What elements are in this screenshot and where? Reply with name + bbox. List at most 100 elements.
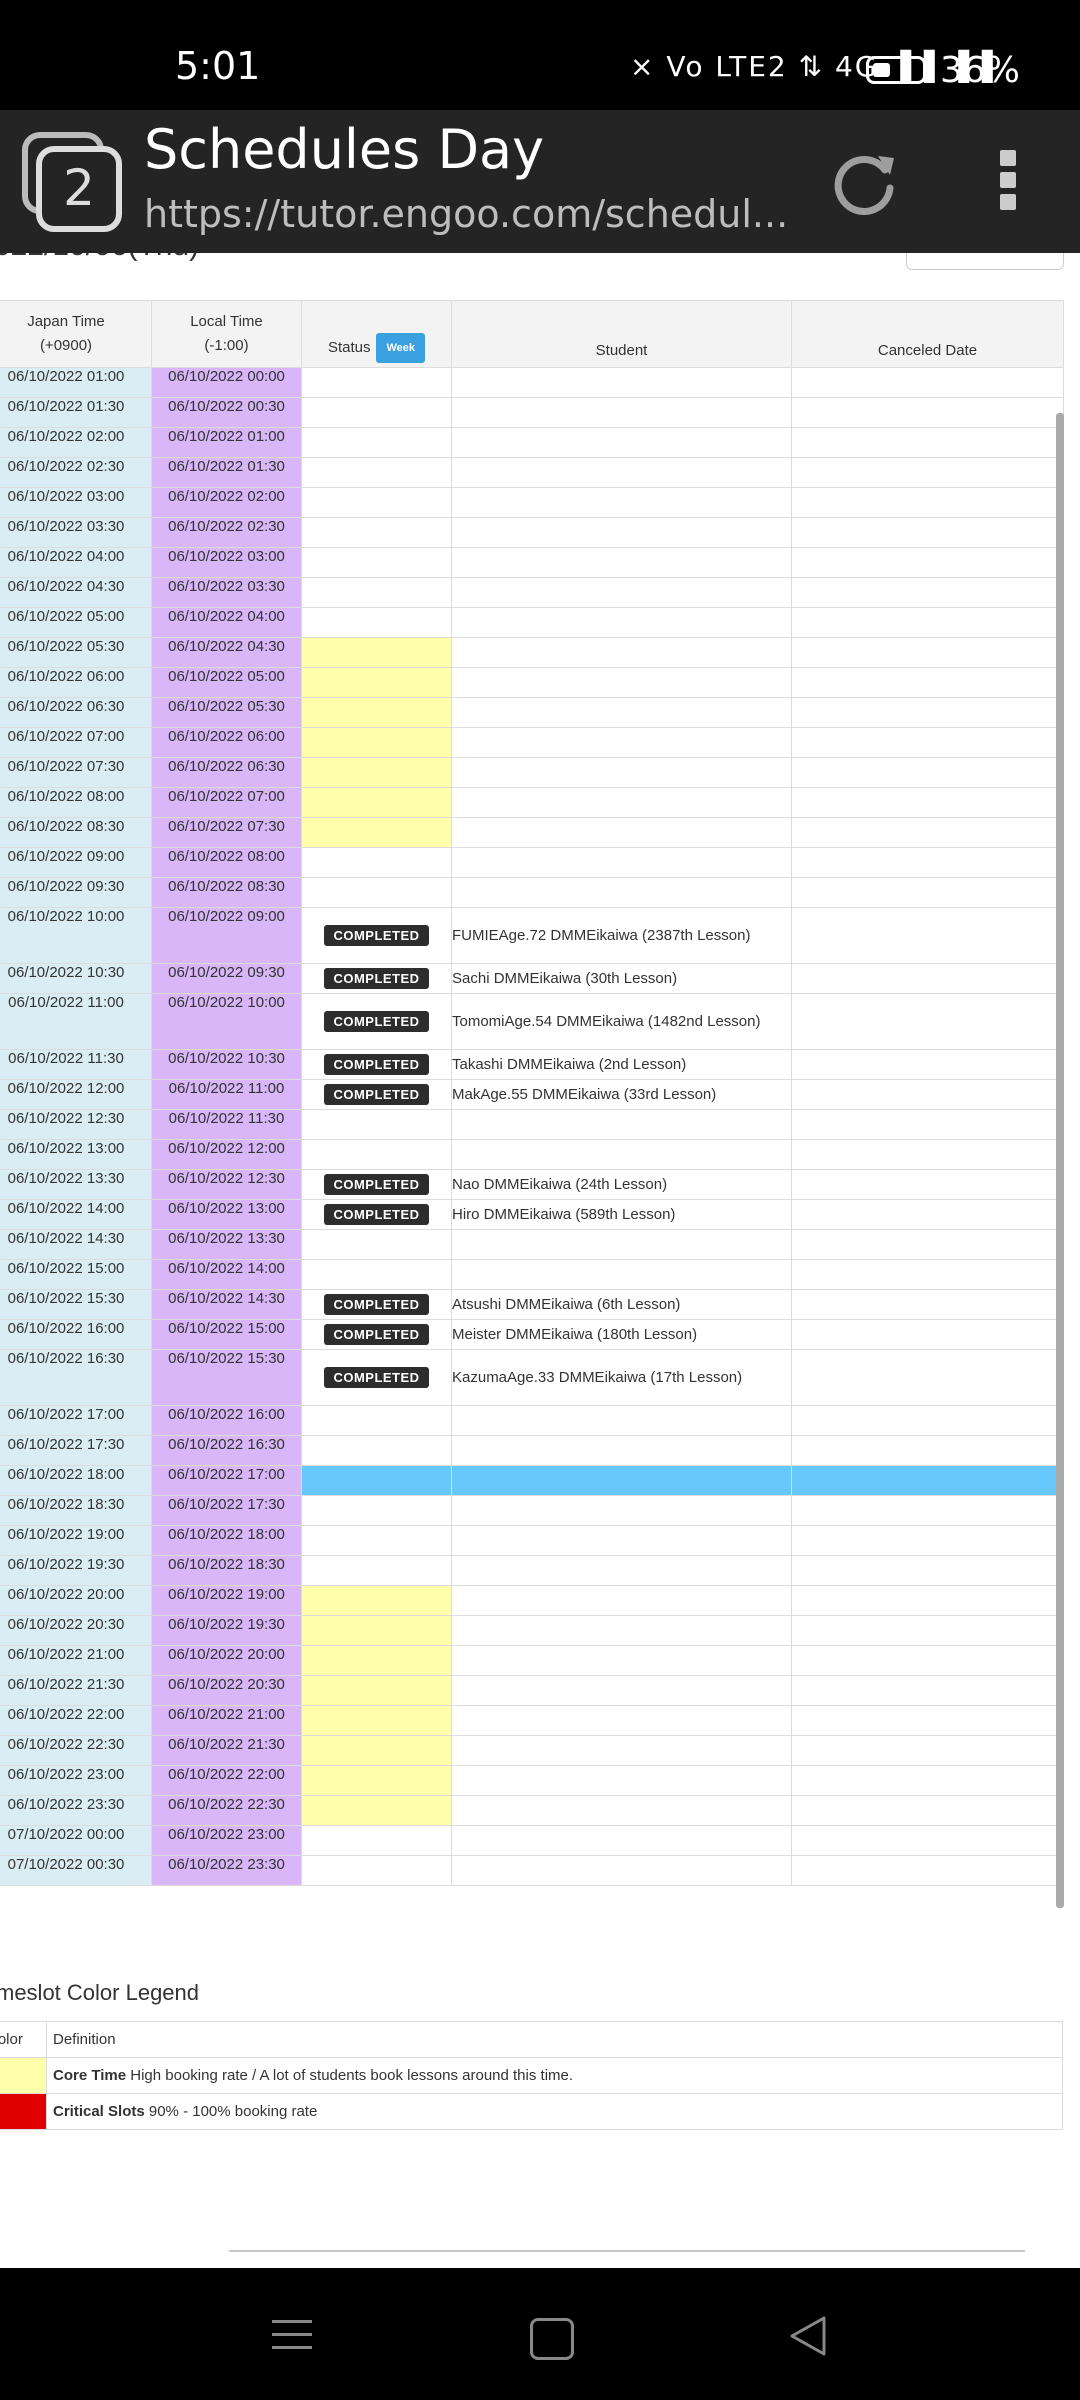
canceled-date-cell [791, 1435, 1064, 1466]
student-cell [451, 1139, 792, 1170]
student-cell[interactable]: TomomiAge.54 DMMEikaiwa (1482nd Lesson) [451, 993, 792, 1050]
table-row: 06/10/2022 14:00 06/10/2022 13:00 COMPLETE… [0, 1199, 1064, 1230]
local-time-cell: 06/10/2022 16:30 [151, 1435, 302, 1466]
local-time-cell: 06/10/2022 20:30 [151, 1675, 302, 1706]
scrollbar[interactable] [1056, 413, 1064, 1908]
battery-level [873, 63, 890, 77]
table-row: 06/10/2022 11:30 06/10/2022 10:30 COMPLETE… [0, 1049, 1064, 1080]
status-cell [301, 1675, 452, 1706]
home-icon[interactable] [530, 2318, 574, 2360]
student-cell [451, 1615, 792, 1646]
status-cell [301, 1765, 452, 1796]
student-cell[interactable]: MakAge.55 DMMEikaiwa (33rd Lesson) [451, 1079, 792, 1110]
student-cell[interactable]: Nao DMMEikaiwa (24th Lesson) [451, 1169, 792, 1200]
table-row: 06/10/2022 15:00 06/10/2022 14:00 [0, 1259, 1064, 1290]
table-row: 06/10/2022 13:30 06/10/2022 12:30 COMPLETE… [0, 1169, 1064, 1200]
japan-time-cell: 06/10/2022 05:30 [0, 637, 152, 668]
schedule-table: Japan Time (+0900) Local Time (-1:00) Stat… [0, 300, 1064, 1886]
back-icon[interactable] [786, 2314, 830, 2358]
local-time-cell: 06/10/2022 13:30 [151, 1229, 302, 1260]
canceled-date-cell [791, 1405, 1064, 1436]
status-cell [301, 517, 452, 548]
student-cell[interactable]: Atsushi DMMEikaiwa (6th Lesson) [451, 1289, 792, 1320]
student-cell[interactable]: KazumaAge.33 DMMEikaiwa (17th Lesson) [451, 1349, 792, 1406]
table-row: 06/10/2022 01:00 06/10/2022 00:00 [0, 367, 1064, 398]
table-row: 06/10/2022 18:00 06/10/2022 17:00 [0, 1465, 1064, 1496]
student-cell [451, 367, 792, 398]
local-time-cell: 06/10/2022 04:00 [151, 607, 302, 638]
japan-time-cell: 06/10/2022 09:00 [0, 847, 152, 878]
status-cell [301, 367, 452, 398]
status-cell [301, 1615, 452, 1646]
student-cell[interactable]: Sachi DMMEikaiwa (30th Lesson) [451, 963, 792, 994]
student-cell [451, 1259, 792, 1290]
status-badge: COMPLETED [324, 1294, 429, 1315]
student-cell[interactable]: FUMIEAge.72 DMMEikaiwa (2387th Lesson) [451, 907, 792, 964]
table-row: 06/10/2022 03:30 06/10/2022 02:30 [0, 517, 1064, 548]
student-cell[interactable]: Takashi DMMEikaiwa (2nd Lesson) [451, 1049, 792, 1080]
status-badge: COMPLETED [324, 1011, 429, 1032]
url-bar[interactable]: https://tutor.engoo.com/schedul... [144, 192, 788, 236]
legend-critical-def: Critical Slots 90% - 100% booking rate [46, 2093, 1063, 2130]
japan-time-cell: 06/10/2022 19:30 [0, 1555, 152, 1586]
local-time-cell: 06/10/2022 21:30 [151, 1735, 302, 1766]
battery-percent: 36% [940, 50, 1021, 91]
col-canceled-date: Canceled Date [791, 300, 1064, 368]
reload-icon[interactable] [830, 148, 900, 218]
local-time-cell: 06/10/2022 07:00 [151, 787, 302, 818]
status-cell [301, 1465, 452, 1496]
local-time-cell: 06/10/2022 03:30 [151, 577, 302, 608]
date-nav-buttons[interactable] [906, 253, 1064, 270]
status-cell [301, 637, 452, 668]
canceled-date-cell [791, 877, 1064, 908]
student-cell [451, 1229, 792, 1260]
local-time-cell: 06/10/2022 19:00 [151, 1585, 302, 1616]
legend-row-critical: Critical Slots 90% - 100% booking rate [0, 2093, 1063, 2130]
local-time-cell: 06/10/2022 09:00 [151, 907, 302, 964]
status-cell [301, 457, 452, 488]
canceled-date-cell [791, 697, 1064, 728]
student-cell [451, 1645, 792, 1676]
japan-time-cell: 06/10/2022 13:00 [0, 1139, 152, 1170]
week-button[interactable]: Week [376, 333, 426, 363]
student-cell[interactable]: Hiro DMMEikaiwa (589th Lesson) [451, 1199, 792, 1230]
student-cell [451, 787, 792, 818]
table-row: 06/10/2022 22:30 06/10/2022 21:30 [0, 1735, 1064, 1766]
student-cell [451, 1555, 792, 1586]
table-row: 06/10/2022 02:00 06/10/2022 01:00 [0, 427, 1064, 458]
canceled-date-cell [791, 1525, 1064, 1556]
table-row: 06/10/2022 18:30 06/10/2022 17:30 [0, 1495, 1064, 1526]
status-badge: COMPLETED [324, 968, 429, 989]
local-time-cell: 06/10/2022 15:30 [151, 1349, 302, 1406]
tab-switcher-button[interactable]: 2 [22, 132, 122, 232]
local-time-cell: 06/10/2022 14:00 [151, 1259, 302, 1290]
local-time-cell: 06/10/2022 14:30 [151, 1289, 302, 1320]
overflow-menu-icon[interactable] [988, 150, 1028, 220]
student-cell [451, 1525, 792, 1556]
japan-time-cell: 06/10/2022 16:30 [0, 1349, 152, 1406]
status-cell [301, 817, 452, 848]
local-time-cell: 06/10/2022 06:30 [151, 757, 302, 788]
table-row: 06/10/2022 10:30 06/10/2022 09:30 COMPLETE… [0, 963, 1064, 994]
recent-apps-icon[interactable] [272, 2320, 312, 2359]
student-cell [451, 667, 792, 698]
local-time-cell: 06/10/2022 23:00 [151, 1825, 302, 1856]
status-cell: COMPLETED [301, 1319, 452, 1350]
page-title[interactable]: Schedules Day [144, 118, 544, 181]
legend-header-row: Color Definition [0, 2021, 1063, 2058]
table-row: 06/10/2022 04:30 06/10/2022 03:30 [0, 577, 1064, 608]
local-time-cell: 06/10/2022 10:30 [151, 1049, 302, 1080]
legend-col-definition: Definition [46, 2021, 1063, 2058]
student-cell [451, 397, 792, 428]
student-cell[interactable]: Meister DMMEikaiwa (180th Lesson) [451, 1319, 792, 1350]
canceled-date-cell [791, 787, 1064, 818]
japan-time-cell: 06/10/2022 10:30 [0, 963, 152, 994]
local-time-cell: 06/10/2022 23:30 [151, 1855, 302, 1886]
table-row: 06/10/2022 07:30 06/10/2022 06:30 [0, 757, 1064, 788]
status-cell [301, 1525, 452, 1556]
student-cell [451, 1405, 792, 1436]
student-cell [451, 817, 792, 848]
japan-time-cell: 06/10/2022 02:30 [0, 457, 152, 488]
local-time-cell: 06/10/2022 22:00 [151, 1765, 302, 1796]
canceled-date-cell [791, 577, 1064, 608]
